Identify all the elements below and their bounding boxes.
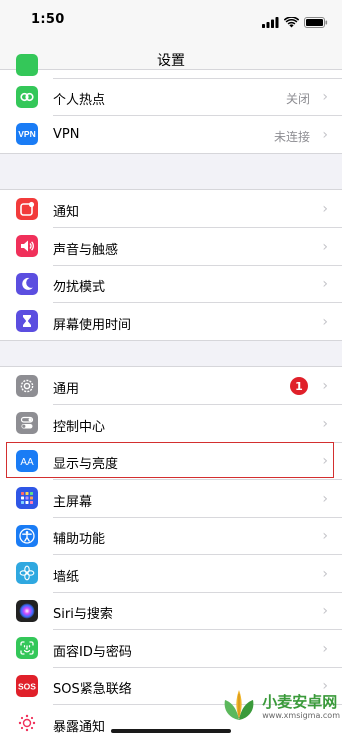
chevron-right-icon: › xyxy=(322,89,328,105)
settings-row-cellular-partial[interactable] xyxy=(0,54,342,78)
svg-text:VPN: VPN xyxy=(18,129,35,139)
settings-group-notifications: 通知 › 声音与触感 › 勿扰模式 › 屏幕使用时间 › xyxy=(0,189,342,341)
chevron-right-icon: › xyxy=(322,415,328,432)
settings-row-value: 关闭 xyxy=(285,92,310,106)
settings-row-face-id[interactable]: 面容ID与密码 › xyxy=(0,630,342,667)
settings-row-value: 未连接 xyxy=(273,129,310,144)
settings-row-do-not-disturb[interactable]: 勿扰模式 › xyxy=(0,265,342,303)
signal-icon xyxy=(262,13,279,32)
settings-row-label: 勿扰模式 xyxy=(53,280,106,295)
settings-row-general[interactable]: 通用 1 › xyxy=(0,367,342,405)
settings-row-control-center[interactable]: 控制中心 › xyxy=(0,405,342,442)
chevron-right-icon: › xyxy=(322,528,328,544)
settings-row-label: Siri与搜索 xyxy=(53,607,113,622)
settings-row-label: 控制中心 xyxy=(53,419,106,435)
watermark-name: 小麦安卓网 xyxy=(262,692,338,711)
status-time: 1:50 xyxy=(31,12,65,27)
settings-row-label: 个人热点 xyxy=(53,93,106,108)
sos-icon: SOS xyxy=(16,674,38,697)
settings-row-label: 通用 xyxy=(53,382,80,397)
siri-icon xyxy=(16,599,38,622)
settings-row-hotspot[interactable]: 个人热点 关闭 › xyxy=(0,78,342,116)
chevron-right-icon: › xyxy=(322,238,328,255)
hotspot-icon xyxy=(16,85,38,108)
settings-row-label: 显示与亮度 xyxy=(53,457,119,472)
settings-row-label: 主屏幕 xyxy=(53,494,93,510)
settings-row-sounds[interactable]: 声音与触感 › xyxy=(0,228,342,265)
chevron-right-icon: › xyxy=(322,276,328,292)
settings-row-label: 屏幕使用时间 xyxy=(53,317,132,333)
settings-row-siri-search[interactable]: Siri与搜索 › xyxy=(0,592,342,630)
wallpaper-icon xyxy=(16,562,38,584)
settings-row-accessibility[interactable]: 辅助功能 › xyxy=(0,517,342,555)
settings-row-label: 墙纸 xyxy=(53,569,80,585)
settings-row-label: 暴露通知 xyxy=(53,719,106,735)
chevron-right-icon: › xyxy=(322,640,328,657)
chevron-right-icon: › xyxy=(322,603,328,619)
home-screen-icon xyxy=(16,487,38,509)
display-brightness-icon: AA xyxy=(16,449,38,472)
gear-icon xyxy=(16,374,38,397)
battery-icon xyxy=(304,13,328,32)
settings-row-screen-time[interactable]: 屏幕使用时间 › xyxy=(0,303,342,341)
status-icons xyxy=(262,13,328,32)
chevron-right-icon: › xyxy=(322,378,328,394)
status-bar: 1:50 xyxy=(0,0,342,40)
chevron-right-icon: › xyxy=(322,313,328,330)
watermark: 小麦安卓网 www.xmsigma.com xyxy=(219,688,340,726)
home-indicator[interactable] xyxy=(111,729,231,733)
settings-row-label: 辅助功能 xyxy=(53,532,106,547)
moon-icon xyxy=(16,272,38,295)
settings-group-general: 通用 1 › 控制中心 › AA 显示与亮度 › 主屏幕 › 辅助功能 › 墙纸… xyxy=(0,366,342,738)
settings-row-label: 声音与触感 xyxy=(53,242,119,258)
svg-text:AA: AA xyxy=(20,457,34,467)
watermark-text: 小麦安卓网 www.xmsigma.com xyxy=(262,692,340,721)
notification-badge: 1 xyxy=(290,377,308,395)
leaf-logo-icon xyxy=(219,688,259,726)
settings-group-connectivity: 个人热点 关闭 › VPN VPN 未连接 › xyxy=(0,54,342,154)
watermark-url: www.xmsigma.com xyxy=(262,710,340,720)
nav-bar: 设置 xyxy=(0,40,342,70)
settings-row-wallpaper[interactable]: 墙纸 › xyxy=(0,555,342,592)
face-id-icon xyxy=(16,637,38,659)
settings-row-label: SOS紧急联络 xyxy=(53,682,132,697)
cellular-icon xyxy=(16,54,38,76)
settings-row-home-screen[interactable]: 主屏幕 › xyxy=(0,480,342,517)
toggles-icon xyxy=(16,412,38,434)
sound-icon xyxy=(16,235,38,257)
svg-text:SOS: SOS xyxy=(18,681,36,691)
settings-row-display-brightness[interactable]: AA 显示与亮度 › xyxy=(0,442,342,480)
settings-row-label: 通知 xyxy=(53,205,80,220)
chevron-right-icon: › xyxy=(322,201,328,217)
hourglass-icon xyxy=(16,310,38,332)
settings-row-vpn[interactable]: VPN VPN 未连接 › xyxy=(0,116,342,154)
exposure-icon xyxy=(16,712,38,734)
wifi-icon xyxy=(283,13,300,32)
accessibility-icon xyxy=(16,524,38,547)
chevron-right-icon: › xyxy=(322,126,328,143)
settings-row-label: VPN xyxy=(53,126,80,142)
page-title: 设置 xyxy=(157,53,185,69)
settings-row-notifications[interactable]: 通知 › xyxy=(0,190,342,228)
notifications-icon xyxy=(16,197,38,220)
chevron-right-icon: › xyxy=(322,565,328,582)
chevron-right-icon: › xyxy=(322,453,328,469)
settings-row-label: 面容ID与密码 xyxy=(53,644,132,660)
vpn-icon: VPN xyxy=(16,123,38,145)
chevron-right-icon: › xyxy=(322,490,328,507)
